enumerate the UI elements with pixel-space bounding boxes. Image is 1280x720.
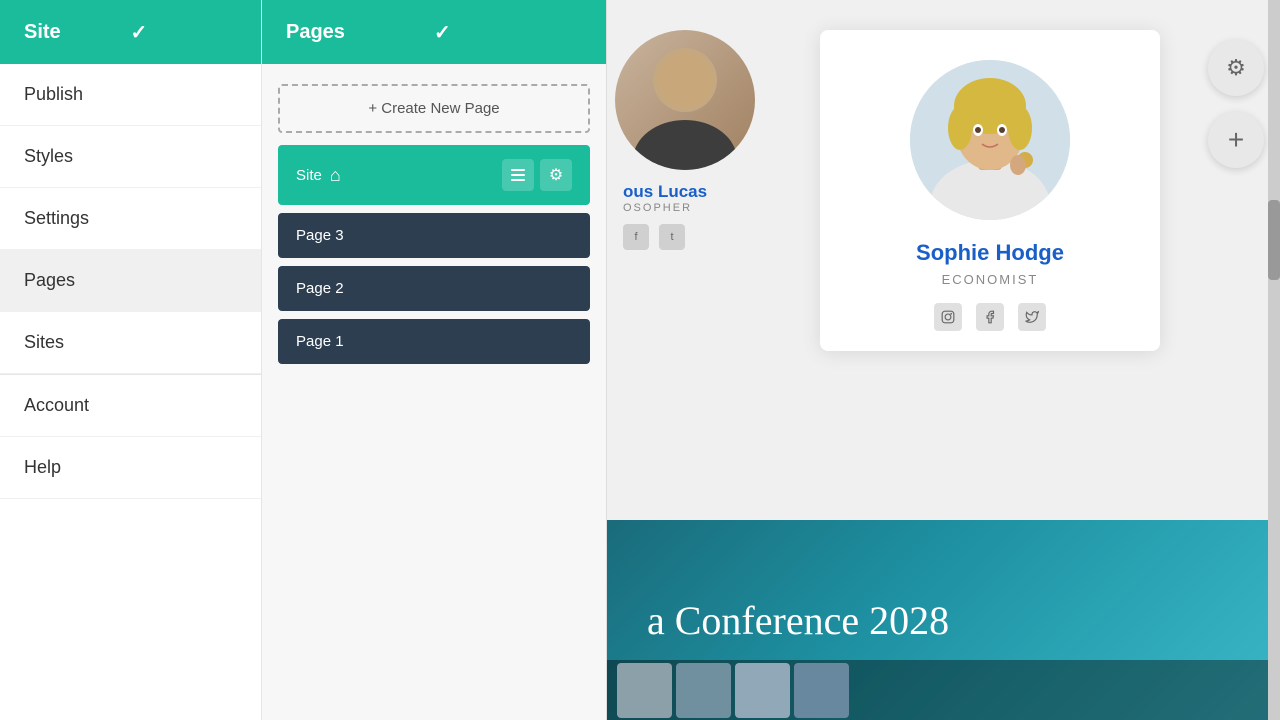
- floating-add-button[interactable]: +: [1208, 112, 1264, 168]
- left-role: OSOPHER: [623, 202, 762, 214]
- sophie-name: Sophie Hodge: [850, 240, 1130, 266]
- sophie-socials: [850, 303, 1130, 331]
- left-partial-card: ous Lucas OSOPHER f t: [607, 30, 762, 250]
- twitter-icon[interactable]: t: [659, 224, 685, 250]
- sidebar-item-publish[interactable]: Publish: [0, 64, 261, 126]
- left-name: ous Lucas: [623, 182, 762, 202]
- sidebar-item-pages[interactable]: Pages: [0, 250, 261, 312]
- main-inner: ous Lucas OSOPHER f t: [607, 0, 1280, 720]
- layers-icon: [510, 167, 526, 183]
- bottom-person-1: [617, 663, 672, 718]
- page-item-page2[interactable]: Page 2: [278, 266, 590, 311]
- sidebar-check-icon: ✓: [131, 20, 238, 45]
- bottom-person-4: [794, 663, 849, 718]
- main-content: ous Lucas OSOPHER f t: [607, 0, 1280, 720]
- sidebar: Site ✓ Publish Styles Settings Pages Sit…: [0, 0, 262, 720]
- scrollbar-track: [1268, 0, 1280, 720]
- sidebar-item-styles[interactable]: Styles: [0, 126, 261, 188]
- sophie-card: Sophie Hodge ECONOMIST: [820, 30, 1160, 351]
- twitter-icon[interactable]: [1018, 303, 1046, 331]
- site-settings-button[interactable]: ⚙: [540, 159, 572, 191]
- sidebar-title: Site: [24, 21, 131, 44]
- sophie-avatar: [910, 60, 1070, 220]
- sidebar-item-account[interactable]: Account: [0, 374, 261, 437]
- site-layers-button[interactable]: [502, 159, 534, 191]
- pages-title: Pages: [286, 21, 434, 44]
- sidebar-item-help[interactable]: Help: [0, 437, 261, 499]
- sidebar-item-settings[interactable]: Settings: [0, 188, 261, 250]
- pages-content: + Create New Page Site ⌂ ⚙: [262, 64, 606, 384]
- conference-title: a Conference 2028: [647, 597, 949, 644]
- sophie-role: ECONOMIST: [850, 272, 1130, 287]
- sidebar-item-sites[interactable]: Sites: [0, 312, 261, 374]
- pages-header: Pages ✓: [262, 0, 606, 64]
- page-item-site[interactable]: Site ⌂ ⚙: [278, 145, 590, 205]
- bottom-people-strip: [607, 660, 1268, 720]
- left-socials: f t: [623, 224, 762, 250]
- sidebar-header: Site ✓: [0, 0, 261, 64]
- sidebar-nav: Publish Styles Settings Pages Sites Acco…: [0, 64, 261, 720]
- facebook-icon[interactable]: f: [623, 224, 649, 250]
- add-icon: +: [1228, 124, 1244, 156]
- page-item-page3[interactable]: Page 3: [278, 213, 590, 258]
- facebook-icon[interactable]: [976, 303, 1004, 331]
- sophie-person-svg: [910, 60, 1070, 220]
- gear-icon: ⚙: [1226, 55, 1246, 81]
- pages-check-icon: ✓: [434, 20, 582, 45]
- create-new-page-button[interactable]: + Create New Page: [278, 84, 590, 133]
- home-icon: ⌂: [330, 165, 341, 186]
- bottom-person-2: [676, 663, 731, 718]
- site-item-label: Site ⌂: [296, 165, 494, 186]
- page-item-page1[interactable]: Page 1: [278, 319, 590, 364]
- left-person-svg: [615, 30, 755, 170]
- site-actions: ⚙: [502, 159, 572, 191]
- gear-icon: ⚙: [549, 165, 563, 185]
- scrollbar-thumb[interactable]: [1268, 200, 1280, 280]
- left-card-info: ous Lucas OSOPHER f t: [607, 182, 762, 250]
- pages-panel: Pages ✓ + Create New Page Site ⌂: [262, 0, 607, 720]
- left-avatar: [615, 30, 755, 170]
- floating-gear-button[interactable]: ⚙: [1208, 40, 1264, 96]
- bottom-person-3: [735, 663, 790, 718]
- instagram-icon[interactable]: [934, 303, 962, 331]
